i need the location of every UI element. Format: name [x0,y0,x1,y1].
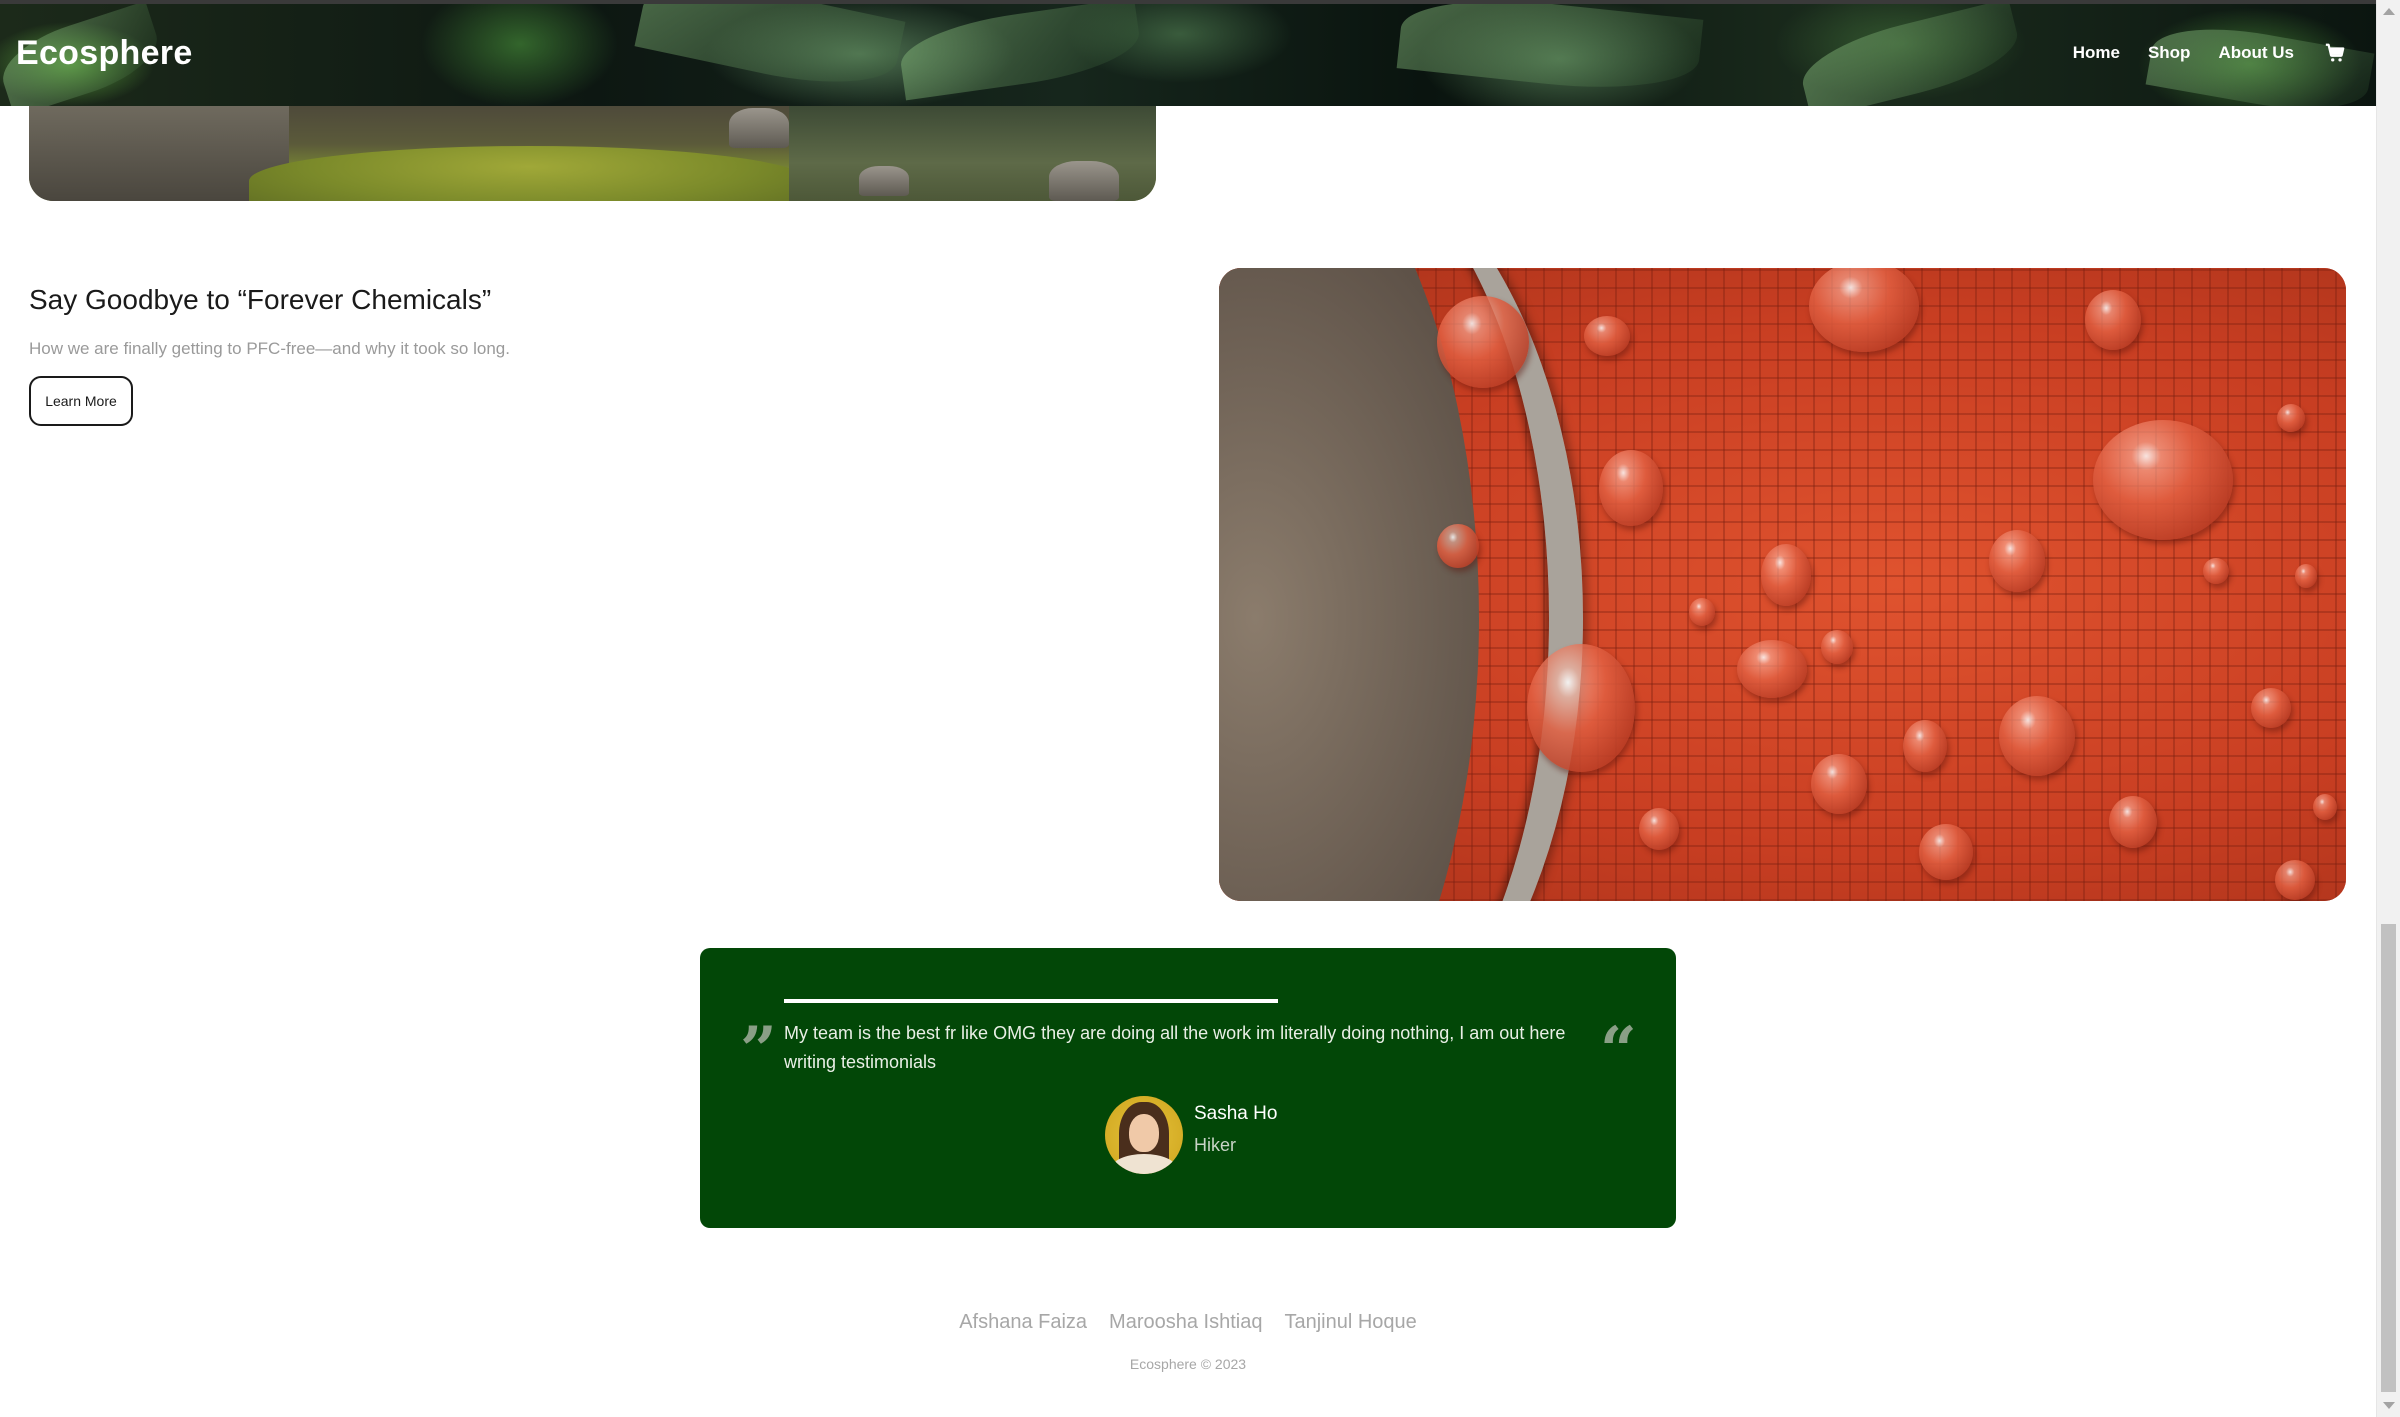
fabric-rim [1219,268,1583,901]
landscape-rock [1049,161,1119,201]
water-drop [1599,450,1663,526]
water-drop [1999,696,2075,776]
water-drop [1527,644,1635,772]
scroll-up-icon[interactable] [2383,8,2395,15]
landscape-image [29,106,1156,201]
shopping-cart-icon[interactable] [2324,42,2346,64]
footer-author-link[interactable]: Maroosha Ishtiaq [1109,1311,1262,1334]
water-drop [2093,420,2233,540]
testimonial-quote: My team is the best fr like OMG they are… [784,1023,1566,1072]
water-drop [2277,404,2305,432]
water-drop [1437,524,1479,568]
testimonial-role: Hiker [1194,1135,1237,1155]
fabric-water-drops-image [1219,268,2346,901]
water-drop [2109,796,2157,848]
navbar-foliage [634,4,906,101]
water-drop [1584,316,1630,356]
navbar-foliage [1396,4,1704,100]
scroll-down-icon[interactable] [2383,1402,2395,1409]
water-drop [2313,794,2337,820]
article-title: Say Goodbye to “Forever Chemicals” [29,284,492,315]
navbar-foliage [896,4,1144,101]
testimonial-card: ” My team is the best fr like OMG they a… [700,948,1676,1228]
footer-author-link[interactable]: Afshana Faiza [959,1311,1087,1334]
navbar-foliage [1794,4,2026,106]
landscape-rock [859,166,909,196]
nav-links: Home Shop About Us [2045,42,2346,64]
testimonial-name: Sasha Ho [1194,1103,1278,1124]
testimonial-divider [784,999,1278,1003]
avatar [1105,1096,1183,1174]
brand-logo[interactable]: Ecosphere [16,34,193,73]
nav-shop-link[interactable]: Shop [2148,43,2191,63]
water-drop [1689,598,1715,626]
water-drop [2251,688,2291,728]
water-drop [1737,640,1807,698]
water-drop [1903,720,1947,772]
article-subtitle: How we are finally getting to PFC-free—a… [29,339,510,358]
water-drop [2203,558,2229,584]
quote-close-icon: “ [1600,1013,1637,1088]
nav-about-link[interactable]: About Us [2218,43,2294,63]
water-drop [1639,808,1679,850]
water-drop [2275,860,2315,900]
water-drop [1811,754,1867,814]
navbar: Ecosphere Home Shop About Us [0,4,2376,106]
water-drop [2295,564,2317,588]
footer-copyright: Ecosphere © 2023 [1129,1356,1247,1372]
quote-open-icon: ” [740,1013,777,1088]
footer-authors: Afshana Faiza Maroosha Ishtiaq Tanjinul … [0,1311,2376,1334]
water-drop [1761,544,1811,606]
landscape-rock [729,108,789,148]
scrollbar-thumb[interactable] [2381,924,2396,1392]
water-drop [1919,824,1973,880]
landscape-moss [249,146,809,201]
water-drop [1437,296,1529,388]
avatar-face [1129,1114,1159,1152]
page: Ecosphere Home Shop About Us Say Goodbye… [0,0,2400,1417]
learn-more-button[interactable]: Learn More [29,376,133,426]
water-drop [2085,290,2141,350]
footer-author-link[interactable]: Tanjinul Hoque [1284,1311,1416,1334]
nav-home-link[interactable]: Home [2073,43,2120,63]
water-drop [1821,630,1853,664]
water-drop [1989,530,2045,592]
vertical-scrollbar[interactable] [2376,0,2400,1417]
